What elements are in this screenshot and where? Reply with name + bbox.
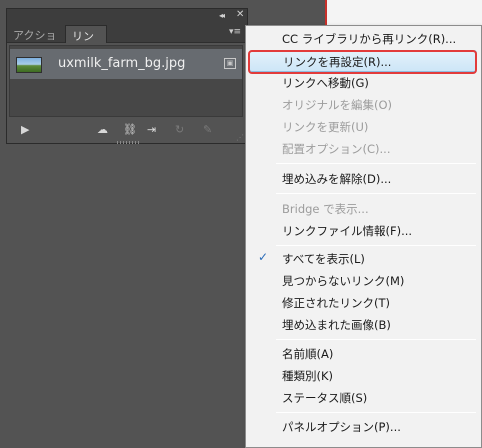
link-filename: uxmilk_farm_bg.jpg	[58, 56, 186, 71]
links-list: uxmilk_farm_bg.jpg ▣	[9, 45, 243, 117]
panel-drag-grip[interactable]	[117, 141, 139, 144]
callout-highlight-box	[248, 50, 477, 74]
menu-item-show-embedded[interactable]: 埋め込まれた画像(B)	[249, 314, 477, 336]
panel-title-bar[interactable]: ◂◂ ✕	[7, 9, 247, 23]
menu-separator	[276, 163, 476, 164]
close-icon[interactable]: ✕	[236, 9, 244, 20]
panel-context-menu: CC ライブラリから再リンク(R)... リンクを再設定(R)... リンクへ移…	[245, 25, 482, 448]
collapse-icon[interactable]: ◂◂	[219, 11, 225, 20]
menu-item-relink-from-cc[interactable]: CC ライブラリから再リンク(R)...	[249, 28, 477, 50]
menu-item-edit-original[interactable]: オリジナルを編集(O)	[249, 94, 477, 116]
menu-separator	[276, 245, 476, 246]
panel-tabbar: アクション リンク ▾≡	[7, 23, 247, 59]
link-row[interactable]: uxmilk_farm_bg.jpg ▣	[10, 49, 242, 79]
go-to-link-icon[interactable]: ⇥	[147, 123, 156, 136]
update-link-icon[interactable]: ↻	[175, 123, 184, 136]
menu-item-sort-by-status[interactable]: ステータス順(S)	[249, 387, 477, 409]
tab-links[interactable]: リンク	[65, 25, 107, 59]
menu-item-sort-by-kind[interactable]: 種類別(K)	[249, 365, 477, 387]
menu-item-unembed[interactable]: 埋め込みを解除(D)...	[249, 168, 477, 190]
cc-library-relink-icon[interactable]: ☁	[97, 123, 108, 136]
relink-icon[interactable]: ⛓	[123, 123, 137, 136]
links-panel: ◂◂ ✕ アクション リンク ▾≡ uxmilk_farm_bg.jpg ▣ ▶…	[6, 8, 248, 144]
edit-original-icon[interactable]: ✎	[203, 123, 212, 136]
panel-menu-icon[interactable]: ▾≡	[229, 27, 243, 37]
menu-item-update-link[interactable]: リンクを更新(U)	[249, 116, 477, 138]
menu-item-show-missing[interactable]: 見つからないリンク(M)	[249, 270, 477, 292]
menu-separator	[276, 193, 476, 194]
menu-item-go-to-link[interactable]: リンクへ移動(G)	[249, 72, 477, 94]
menu-item-link-file-info[interactable]: リンクファイル情報(F)...	[249, 220, 477, 242]
menu-item-placement-options[interactable]: 配置オプション(C)...	[249, 138, 477, 160]
menu-item-show-all[interactable]: すべてを表示(L)	[249, 248, 477, 270]
embedded-image-icon: ▣	[224, 58, 236, 69]
menu-item-show-modified[interactable]: 修正されたリンク(T)	[249, 292, 477, 314]
tab-actions[interactable]: アクション	[7, 25, 65, 58]
resize-grip-icon[interactable]: ⋰	[236, 133, 244, 142]
panel-bottom-toolbar: ▶ ☁ ⛓ ⇥ ↻ ✎	[7, 119, 247, 143]
menu-item-panel-options[interactable]: パネルオプション(P)...	[249, 416, 477, 438]
menu-separator	[276, 412, 476, 413]
menu-item-sort-by-name[interactable]: 名前順(A)	[249, 343, 477, 365]
menu-item-reveal-in-bridge[interactable]: Bridge で表示...	[249, 198, 477, 220]
menu-separator	[276, 339, 476, 340]
show-options-icon[interactable]: ▶	[21, 123, 29, 136]
thumbnail-image	[16, 57, 42, 73]
